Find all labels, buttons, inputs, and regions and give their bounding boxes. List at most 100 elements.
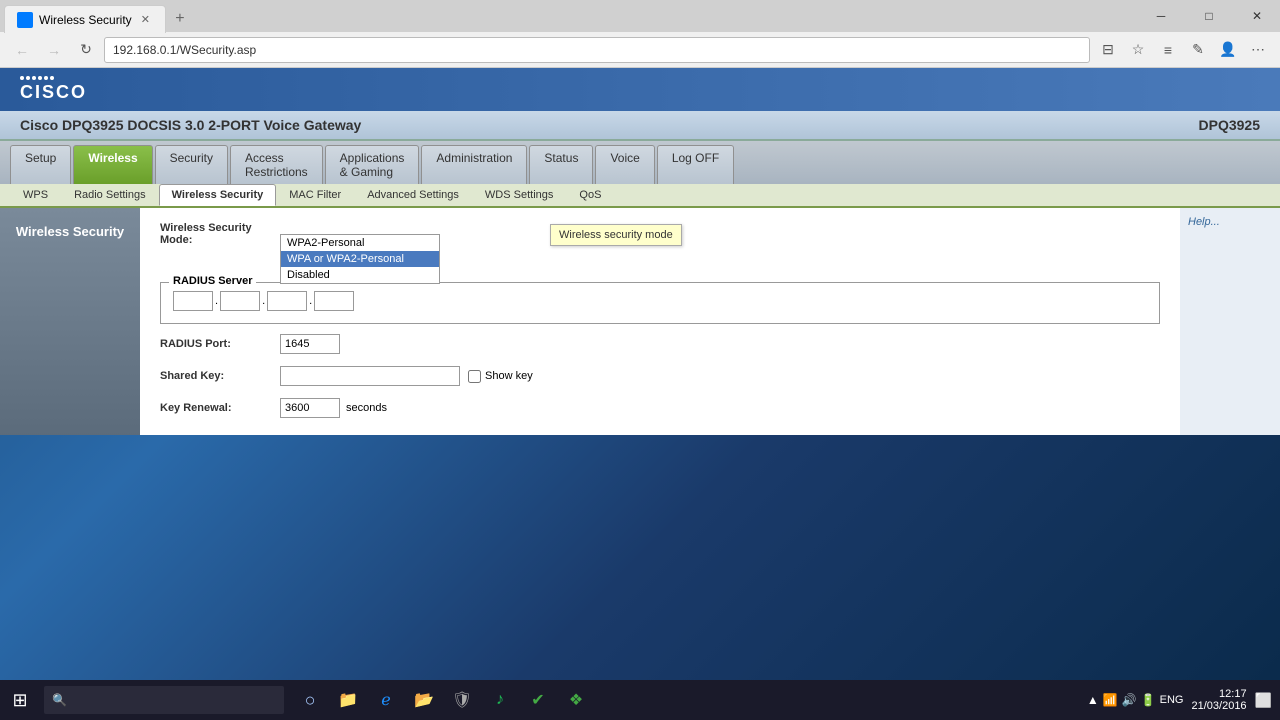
browser-tab[interactable]: Wireless Security ✕ xyxy=(4,5,166,33)
window-controls: ─ □ ✕ xyxy=(1138,0,1280,32)
section-title: Wireless Security xyxy=(16,224,124,239)
minimize-button[interactable]: ─ xyxy=(1138,0,1184,32)
sub-nav: WPS Radio Settings Wireless Security MAC… xyxy=(0,184,1280,208)
tools-icon[interactable]: ≡ xyxy=(1154,36,1182,64)
url-input[interactable] xyxy=(104,37,1090,63)
cisco-dots xyxy=(20,76,87,80)
notification-icon[interactable]: ⬜ xyxy=(1255,692,1272,709)
start-button[interactable]: ⊞ xyxy=(0,680,40,720)
radius-ip-inputs: . . . xyxy=(173,291,1147,311)
shared-key-input[interactable] xyxy=(280,366,460,386)
dropdown-option-disabled[interactable]: Disabled xyxy=(281,267,439,283)
wireless-security-mode-label: Wireless Security Mode: xyxy=(160,222,280,246)
radius-ip-octet-1[interactable] xyxy=(173,291,213,311)
tray-arrow[interactable]: ▲ xyxy=(1087,693,1099,707)
taskbar-app-app2[interactable]: ✔ xyxy=(520,682,556,718)
help-area: Help... xyxy=(1180,208,1280,435)
refresh-button[interactable]: ↻ xyxy=(72,36,100,64)
tooltip-text: Wireless security mode xyxy=(559,229,673,241)
seconds-label: seconds xyxy=(346,402,387,414)
show-key-label: Show key xyxy=(468,370,533,383)
dropdown-option-wpa2[interactable]: WPA2-Personal xyxy=(281,235,439,251)
taskbar-app-folder[interactable]: 📂 xyxy=(406,682,442,718)
tab-bar: Wireless Security ✕ + ─ □ ✕ xyxy=(0,0,1280,32)
key-renewal-input[interactable] xyxy=(280,398,340,418)
shared-key-row: Shared Key: Show key xyxy=(160,366,1160,386)
sub-tab-wds-settings[interactable]: WDS Settings xyxy=(472,184,566,206)
key-renewal-label: Key Renewal: xyxy=(160,402,280,414)
radius-ip-octet-2[interactable] xyxy=(220,291,260,311)
main-nav-tabs: Setup Wireless Security AccessRestrictio… xyxy=(0,141,1280,184)
tray-battery-icon: 🔋 xyxy=(1141,693,1156,707)
tab-title: Wireless Security xyxy=(39,13,132,27)
taskbar-time: 12:17 21/03/2016 xyxy=(1192,688,1247,712)
tray-volume-icon: 🔊 xyxy=(1122,693,1137,707)
profile-icon[interactable]: 👤 xyxy=(1214,36,1242,64)
radius-ip-octet-3[interactable] xyxy=(267,291,307,311)
model-banner: Cisco DPQ3925 DOCSIS 3.0 2-PORT Voice Ga… xyxy=(0,111,1280,141)
tab-applications-gaming[interactable]: Applications& Gaming xyxy=(325,145,420,184)
edit-icon[interactable]: ✎ xyxy=(1184,36,1212,64)
close-window-button[interactable]: ✕ xyxy=(1234,0,1280,32)
taskbar-search[interactable]: 🔍 xyxy=(44,686,284,714)
key-renewal-row: Key Renewal: seconds xyxy=(160,398,1160,418)
sub-tab-radio-settings[interactable]: Radio Settings xyxy=(61,184,159,206)
taskbar-app-spotify[interactable]: ♪ xyxy=(482,682,518,718)
taskbar-app-ie[interactable]: ℯ xyxy=(368,682,404,718)
tab-favicon xyxy=(17,12,33,28)
tab-administration[interactable]: Administration xyxy=(421,145,527,184)
forward-button[interactable]: → xyxy=(40,36,68,64)
taskbar-right: ▲ 📶 🔊 🔋 ENG 12:17 21/03/2016 ⬜ xyxy=(1087,688,1280,712)
tab-security[interactable]: Security xyxy=(155,145,228,184)
show-key-checkbox[interactable] xyxy=(468,370,481,383)
radius-port-input[interactable] xyxy=(280,334,340,354)
taskbar-app-explorer[interactable]: 📁 xyxy=(330,682,366,718)
radius-port-row: RADIUS Port: xyxy=(160,334,1160,354)
taskbar-app-app1[interactable]: 🛡 xyxy=(444,682,480,718)
radius-server-group: RADIUS Server . . . xyxy=(160,282,1160,324)
tooltip-popup: Wireless security mode xyxy=(550,224,682,246)
tab-close-button[interactable]: ✕ xyxy=(138,12,153,27)
sub-tab-qos[interactable]: QoS xyxy=(566,184,614,206)
back-button[interactable]: ← xyxy=(8,36,36,64)
tab-logoff[interactable]: Log OFF xyxy=(657,145,734,184)
toolbar-icons: ⊟ ☆ ≡ ✎ 👤 ⋯ xyxy=(1094,36,1272,64)
shared-key-label: Shared Key: xyxy=(160,370,280,382)
address-bar: ← → ↻ ⊟ ☆ ≡ ✎ 👤 ⋯ xyxy=(0,32,1280,68)
sys-tray: ▲ 📶 🔊 🔋 ENG xyxy=(1087,693,1184,707)
taskbar-apps: ○ 📁 ℯ 📂 🛡 ♪ ✔ ❖ xyxy=(292,682,594,718)
tab-status[interactable]: Status xyxy=(529,145,593,184)
sidebar-icon[interactable]: ⊟ xyxy=(1094,36,1122,64)
taskbar-app-cortana[interactable]: ○ xyxy=(292,682,328,718)
page-content: CISCO Cisco DPQ3925 DOCSIS 3.0 2-PORT Vo… xyxy=(0,68,1280,435)
taskbar: ⊞ 🔍 ○ 📁 ℯ 📂 🛡 ♪ ✔ ❖ ▲ 📶 xyxy=(0,680,1280,720)
wireless-security-mode-dropdown[interactable]: WPA2-Personal WPA or WPA2-Personal Disab… xyxy=(280,234,440,284)
header-bar: CISCO xyxy=(0,68,1280,111)
clock-date: 21/03/2016 xyxy=(1192,700,1247,712)
help-link[interactable]: Help... xyxy=(1188,216,1220,228)
new-tab-button[interactable]: + xyxy=(166,5,194,33)
clock-time: 12:17 xyxy=(1192,688,1247,700)
sub-tab-mac-filter[interactable]: MAC Filter xyxy=(276,184,354,206)
cisco-logo-area: CISCO xyxy=(20,76,87,103)
tray-lang-icon: ENG xyxy=(1160,694,1184,706)
model-number: DPQ3925 xyxy=(1199,117,1260,133)
favorites-icon[interactable]: ☆ xyxy=(1124,36,1152,64)
router-ui: CISCO Cisco DPQ3925 DOCSIS 3.0 2-PORT Vo… xyxy=(0,68,1280,435)
dropdown-option-wpa-or-wpa2[interactable]: WPA or WPA2-Personal xyxy=(281,251,439,267)
maximize-button[interactable]: □ xyxy=(1186,0,1232,32)
radius-ip-octet-4[interactable] xyxy=(314,291,354,311)
taskbar-app-app3[interactable]: ❖ xyxy=(558,682,594,718)
tray-network-icon: 📶 xyxy=(1103,693,1118,707)
more-icon[interactable]: ⋯ xyxy=(1244,36,1272,64)
product-name: Cisco DPQ3925 DOCSIS 3.0 2-PORT Voice Ga… xyxy=(20,117,361,133)
sub-tab-advanced-settings[interactable]: Advanced Settings xyxy=(354,184,472,206)
tab-wireless[interactable]: Wireless xyxy=(73,145,152,184)
side-label: Wireless Security xyxy=(0,208,140,435)
tab-setup[interactable]: Setup xyxy=(10,145,71,184)
sub-tab-wps[interactable]: WPS xyxy=(10,184,61,206)
tab-voice[interactable]: Voice xyxy=(595,145,654,184)
radius-port-label: RADIUS Port: xyxy=(160,338,280,350)
tab-access-restrictions[interactable]: AccessRestrictions xyxy=(230,145,323,184)
sub-tab-wireless-security[interactable]: Wireless Security xyxy=(159,184,277,206)
